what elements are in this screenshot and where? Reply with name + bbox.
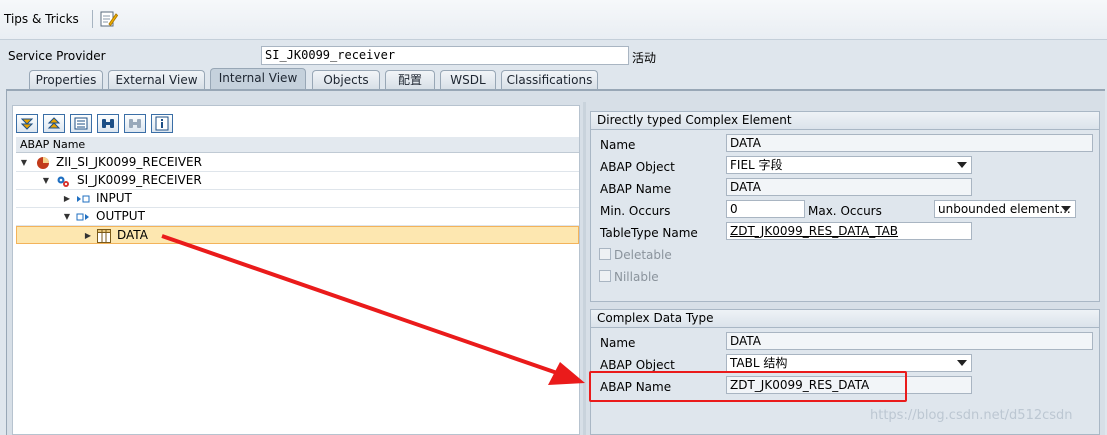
name-field[interactable]: DATA [726, 134, 1093, 152]
deletable-label: Deletable [614, 248, 672, 262]
tree-node-label: INPUT [96, 191, 132, 205]
service-provider-field[interactable]: SI_JK0099_receiver [261, 46, 629, 65]
tab-objects[interactable]: Objects [312, 70, 380, 90]
tabletype-label: TableType Name [600, 226, 698, 240]
min-occurs-field[interactable]: 0 [726, 200, 805, 218]
tree-node-label: ZII_SI_JK0099_RECEIVER [56, 155, 202, 169]
input-message-icon [76, 192, 90, 206]
edit-pencil-icon[interactable] [100, 10, 119, 28]
dt-name-field[interactable]: DATA [726, 332, 1093, 350]
tab-properties[interactable]: Properties [29, 70, 103, 90]
tree-node-root[interactable]: ▼ ZII_SI_JK0099_RECEIVER [16, 154, 579, 172]
dt-abap-object-value: TABL 结构 [730, 356, 788, 370]
tab-external-view[interactable]: External View [108, 70, 205, 90]
tree-node-operation[interactable]: ▼ SI_JK0099_RECEIVER [16, 172, 579, 190]
chevron-down-icon [957, 360, 967, 366]
collapse-all-button[interactable] [43, 114, 65, 133]
tree-node-label: SI_JK0099_RECEIVER [77, 173, 202, 187]
expand-all-button[interactable] [16, 114, 38, 133]
min-occurs-label: Min. Occurs [600, 204, 671, 218]
panel-splitter[interactable] [583, 102, 586, 435]
chevron-down-icon [1061, 206, 1071, 212]
tab-internal-view[interactable]: Internal View [210, 68, 306, 91]
dt-name-label: Name [600, 336, 636, 350]
tab-wsdl[interactable]: WSDL [440, 70, 496, 90]
service-provider-label: Service Provider [8, 49, 106, 63]
abap-object-dropdown[interactable]: FIEL 字段 [726, 156, 972, 174]
menu-bar [0, 0, 1107, 40]
annotation-highlight-box [589, 371, 907, 402]
max-occurs-value: unbounded element... [938, 202, 1071, 216]
deletable-checkbox[interactable] [599, 248, 611, 260]
abap-object-label: ABAP Object [600, 160, 675, 174]
operation-gears-icon [56, 174, 70, 188]
details-button[interactable] [70, 114, 92, 133]
group-title: Directly typed Complex Element [591, 112, 1099, 130]
nillable-label: Nillable [614, 270, 659, 284]
abap-name-field[interactable]: DATA [726, 178, 972, 196]
group-title: Complex Data Type [591, 310, 1099, 328]
watermark-text: https://blog.csdn.net/d512csdn [870, 408, 1073, 423]
abap-object-value: FIEL 字段 [730, 158, 783, 172]
tree-node-output[interactable]: ▼ OUTPUT [16, 208, 579, 226]
tabletype-link[interactable]: ZDT_JK0099_RES_DATA_TAB [726, 222, 972, 240]
max-occurs-dropdown[interactable]: unbounded element... [934, 200, 1076, 218]
tab-config[interactable]: 配置 [385, 70, 435, 90]
tree-node-label: DATA [117, 228, 148, 242]
collapsed-triangle-icon[interactable]: ▶ [83, 227, 93, 244]
name-label: Name [600, 138, 636, 152]
menu-tips-tricks[interactable]: Tips & Tricks [4, 12, 79, 26]
tree-node-input[interactable]: ▶ INPUT [16, 190, 579, 208]
status-text: 活动 [632, 51, 657, 65]
info-icon[interactable] [151, 114, 173, 133]
expanded-triangle-icon[interactable]: ▼ [19, 154, 29, 171]
chevron-down-icon [957, 162, 967, 168]
expanded-triangle-icon[interactable]: ▼ [41, 172, 51, 189]
output-message-icon [76, 210, 90, 224]
menu-separator [92, 10, 93, 28]
table-type-icon [97, 229, 111, 243]
tree-column-header[interactable]: ABAP Name [16, 137, 579, 153]
dt-abap-object-label: ABAP Object [600, 358, 675, 372]
tree-node-data[interactable]: ▶ DATA [16, 226, 579, 244]
collapsed-triangle-icon[interactable]: ▶ [62, 190, 72, 207]
expanded-triangle-icon[interactable]: ▼ [62, 208, 72, 225]
service-pie-icon [36, 156, 50, 170]
dt-abap-object-dropdown[interactable]: TABL 结构 [726, 354, 972, 372]
find-icon[interactable] [97, 114, 119, 133]
tab-classifications[interactable]: Classifications [501, 70, 598, 90]
find-next-icon[interactable] [124, 114, 146, 133]
tree-node-label: OUTPUT [96, 209, 145, 223]
max-occurs-label: Max. Occurs [808, 204, 882, 218]
nillable-checkbox[interactable] [599, 270, 611, 282]
abap-name-label: ABAP Name [600, 182, 672, 196]
